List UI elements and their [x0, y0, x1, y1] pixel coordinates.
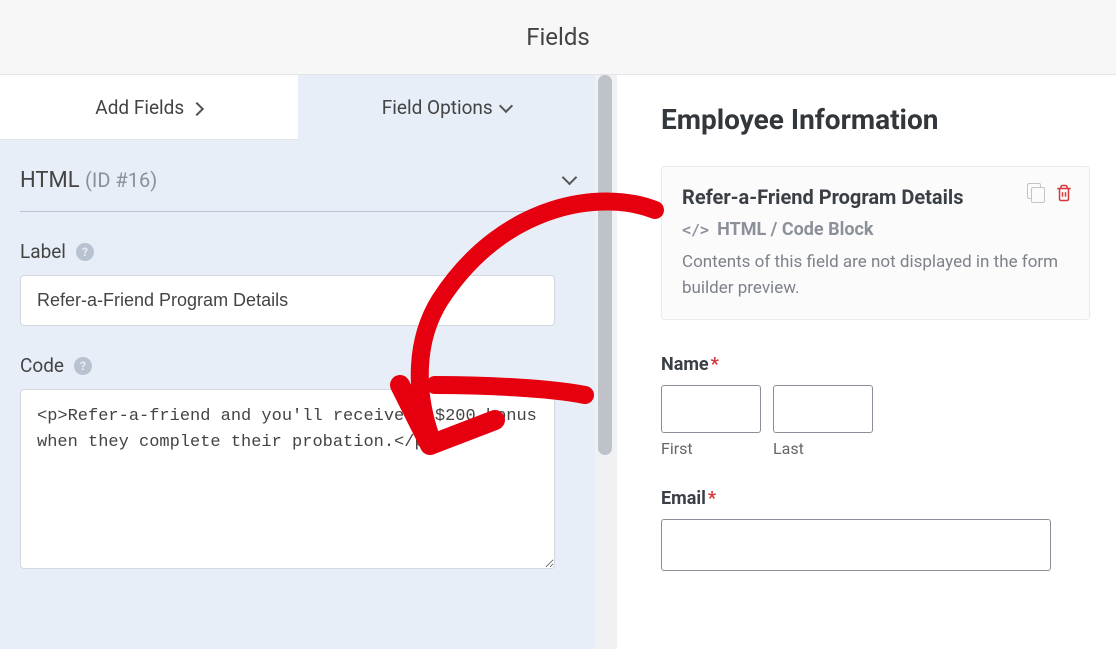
help-icon[interactable]: ? [74, 357, 92, 375]
email-input[interactable] [661, 519, 1051, 571]
email-label: Email* [661, 488, 1090, 509]
section-name: HTML [20, 168, 80, 193]
last-name-col: Last [773, 385, 873, 458]
chevron-down-icon [564, 171, 575, 190]
scrollbar-gutter [595, 75, 617, 649]
name-inputs-row: First Last [661, 385, 1090, 458]
card-title: Refer-a-Friend Program Details [682, 185, 1069, 209]
scrollbar-thumb[interactable] [598, 75, 612, 455]
label-field-label: Label [20, 240, 66, 263]
name-field: Name* First Last [661, 354, 1090, 458]
code-field-label: Code [20, 354, 64, 377]
chevron-right-icon [192, 96, 202, 119]
last-sublabel: Last [773, 439, 873, 458]
label-row: Label ? [20, 240, 575, 263]
name-label-text: Name [661, 354, 709, 375]
tab-options-label: Field Options [382, 96, 493, 119]
main-container: Add Fields Field Options HTML (ID #16) L… [0, 75, 1116, 649]
right-panel-preview: Employee Information Refer-a-Friend Prog… [617, 75, 1116, 649]
code-icon: </> [682, 221, 709, 239]
first-name-col: First [661, 385, 761, 458]
section-title: HTML (ID #16) [20, 168, 157, 193]
required-mark: * [711, 354, 719, 375]
html-block-card[interactable]: Refer-a-Friend Program Details </> HTML … [661, 166, 1090, 320]
top-header: Fields [0, 0, 1116, 75]
left-panel: Add Fields Field Options HTML (ID #16) L… [0, 75, 595, 649]
first-name-input[interactable] [661, 385, 761, 433]
last-name-input[interactable] [773, 385, 873, 433]
tab-field-options[interactable]: Field Options [298, 75, 596, 140]
card-actions [1027, 183, 1073, 207]
trash-icon[interactable] [1055, 183, 1073, 207]
tab-add-label: Add Fields [95, 96, 184, 119]
code-field-group: Code ? [20, 354, 575, 573]
first-sublabel: First [661, 439, 761, 458]
section-id: (ID #16) [85, 168, 157, 192]
duplicate-icon[interactable] [1027, 183, 1045, 201]
code-label-row: Code ? [20, 354, 575, 377]
label-input[interactable] [20, 275, 555, 326]
card-subtitle: HTML / Code Block [717, 219, 873, 240]
label-field-group: Label ? [20, 240, 575, 326]
tab-add-fields[interactable]: Add Fields [0, 75, 298, 140]
section-header-html[interactable]: HTML (ID #16) [20, 158, 575, 212]
chevron-down-icon [501, 96, 511, 119]
section-body: HTML (ID #16) Label ? Code ? [0, 140, 595, 573]
form-title: Employee Information [661, 103, 1090, 136]
email-label-text: Email [661, 488, 706, 509]
help-icon[interactable]: ? [76, 243, 94, 261]
code-textarea[interactable] [20, 389, 555, 569]
required-mark: * [708, 488, 716, 509]
email-field: Email* [661, 488, 1090, 571]
card-subtitle-row: </> HTML / Code Block [682, 219, 1069, 240]
tabs-row: Add Fields Field Options [0, 75, 595, 140]
card-description: Contents of this field are not displayed… [682, 250, 1069, 301]
page-title: Fields [526, 23, 590, 51]
name-label: Name* [661, 354, 1090, 375]
